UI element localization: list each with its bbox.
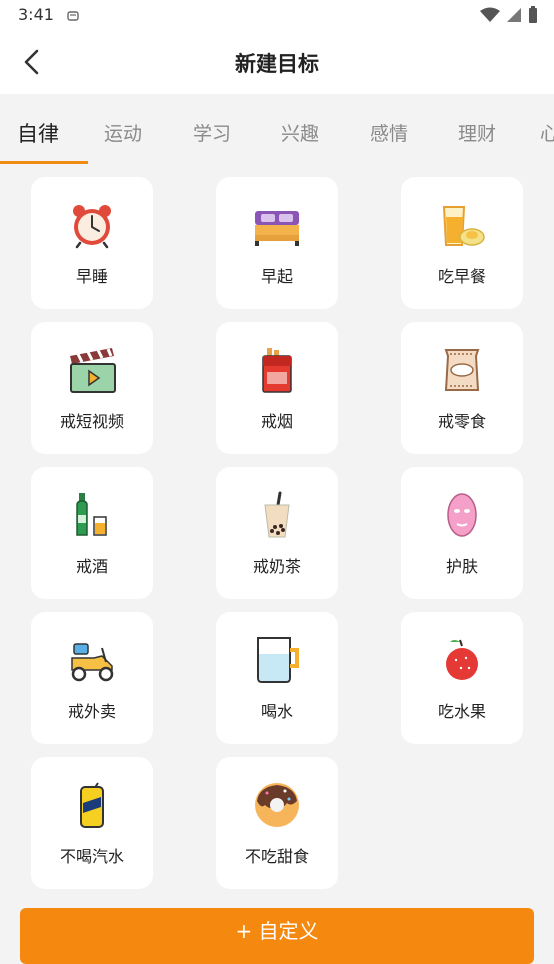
tab-self-discipline[interactable]: 自律 [6, 108, 70, 164]
wifi-icon [480, 7, 500, 27]
goal-card-no-smoking[interactable]: 戒烟 [216, 322, 338, 454]
goal-label: 戒零食 [437, 412, 486, 431]
goal-card-no-alcohol[interactable]: 戒酒 [31, 467, 153, 599]
breakfast-icon [438, 201, 486, 249]
goal-card-no-short-video[interactable]: 戒短视频 [31, 322, 153, 454]
tab-finance[interactable]: 理财 [449, 108, 505, 164]
goal-card-sleep-early[interactable]: 早睡 [31, 177, 153, 309]
goal-label: 早起 [260, 267, 293, 286]
liquor-icon [68, 491, 116, 539]
soda-can-icon [68, 781, 116, 829]
tab-heart[interactable]: 心 [540, 108, 554, 164]
goal-label: 不吃甜食 [244, 847, 309, 866]
tab-study[interactable]: 学习 [184, 108, 240, 164]
goal-label: 戒酒 [75, 557, 108, 576]
donut-icon [253, 781, 301, 829]
status-bar: 3:41 [0, 0, 554, 32]
goal-card-no-takeout[interactable]: 戒外卖 [31, 612, 153, 744]
face-mask-icon [438, 491, 486, 539]
goal-label: 吃早餐 [437, 267, 486, 286]
tab-emotion[interactable]: 感情 [361, 108, 417, 164]
goal-card-breakfast[interactable]: 吃早餐 [401, 177, 523, 309]
goal-card-skincare[interactable]: 护肤 [401, 467, 523, 599]
cigarette-pack-icon [253, 346, 301, 394]
apple-icon [438, 636, 486, 684]
goal-card-eat-fruit[interactable]: 吃水果 [401, 612, 523, 744]
goal-label: 戒外卖 [67, 702, 116, 721]
goal-label: 不喝汽水 [59, 847, 124, 866]
clapperboard-icon [68, 346, 116, 394]
goal-card-no-milk-tea[interactable]: 戒奶茶 [216, 467, 338, 599]
goal-label: 戒奶茶 [252, 557, 301, 576]
alarm-clock-icon [68, 201, 116, 249]
water-cup-icon [253, 636, 301, 684]
app-header: 新建目标 [0, 32, 554, 94]
tab-sport[interactable]: 运动 [95, 108, 151, 164]
active-tab-indicator [0, 161, 88, 164]
goal-label: 戒烟 [260, 412, 293, 431]
goal-card-wake-early[interactable]: 早起 [216, 177, 338, 309]
tab-interest[interactable]: 兴趣 [272, 108, 328, 164]
custom-goal-button[interactable]: + 自定义 [20, 908, 534, 964]
snack-bag-icon [438, 346, 486, 394]
battery-icon [528, 6, 538, 28]
goal-label: 戒短视频 [59, 412, 124, 431]
signal-icon [506, 7, 522, 27]
status-time: 3:41 [18, 5, 54, 24]
goal-label: 喝水 [260, 702, 293, 721]
goal-label: 吃水果 [437, 702, 486, 721]
goal-label: 护肤 [445, 557, 478, 576]
goal-card-drink-water[interactable]: 喝水 [216, 612, 338, 744]
goal-label: 早睡 [75, 267, 108, 286]
goal-card-no-snacks[interactable]: 戒零食 [401, 322, 523, 454]
delivery-scooter-icon [68, 636, 116, 684]
goal-card-no-soda[interactable]: 不喝汽水 [31, 757, 153, 889]
category-tabs: 自律 运动 学习 兴趣 感情 理财 心 [0, 108, 554, 166]
bed-icon [253, 201, 301, 249]
goal-card-no-sweets[interactable]: 不吃甜食 [216, 757, 338, 889]
milk-tea-icon [253, 491, 301, 539]
notification-icon [66, 8, 80, 27]
page-title: 新建目标 [235, 52, 319, 76]
